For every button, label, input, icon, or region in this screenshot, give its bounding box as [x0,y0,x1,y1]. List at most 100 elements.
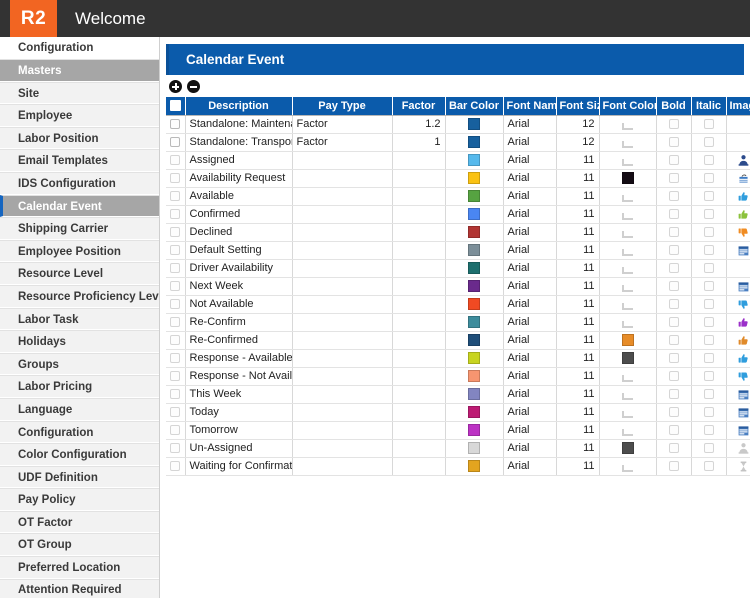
cell-font-name[interactable]: Arial [503,205,556,223]
bold-checkbox[interactable] [669,191,679,201]
cell-italic[interactable] [691,295,726,313]
cell-bar-color[interactable] [445,169,503,187]
cell-factor[interactable] [392,349,445,367]
cell-description[interactable]: Confirmed [185,205,292,223]
cell-font-size[interactable]: 12 [556,133,599,151]
row-select-checkbox[interactable] [170,137,180,147]
italic-checkbox[interactable] [704,299,714,309]
bold-checkbox[interactable] [669,119,679,129]
bar-color-swatch[interactable] [468,154,480,166]
cell-image[interactable] [726,439,750,457]
row-select-cell[interactable] [166,295,185,313]
cell-bold[interactable] [656,439,691,457]
sidebar-item-udf-definition[interactable]: UDF Definition [0,466,159,489]
sidebar-item-pay-policy[interactable]: Pay Policy [0,488,159,511]
bar-color-swatch[interactable] [468,316,480,328]
app-logo[interactable]: R2 [10,0,57,37]
table-row[interactable]: Response - AvailableArial11 [166,349,750,367]
cell-bold[interactable] [656,403,691,421]
cell-font-color[interactable] [599,367,656,385]
cell-bold[interactable] [656,169,691,187]
cell-font-color[interactable] [599,115,656,133]
sidebar-item-email-templates[interactable]: Email Templates [0,149,159,172]
cell-font-size[interactable]: 11 [556,151,599,169]
font-color-picker-empty[interactable] [621,461,634,472]
cell-factor[interactable] [392,421,445,439]
italic-checkbox[interactable] [704,245,714,255]
sidebar-item-attention-required-notifications[interactable]: Attention Required Notifications [0,579,159,598]
bar-color-swatch[interactable] [468,208,480,220]
bold-checkbox[interactable] [669,263,679,273]
sidebar-item-masters[interactable]: Masters [0,59,159,82]
calendar-blue-icon[interactable] [737,406,750,419]
thumbs-down-blue-icon[interactable] [737,370,750,383]
column-header-bar-color[interactable]: Bar Color [445,97,503,115]
font-color-picker-empty[interactable] [621,299,634,310]
hourglass-icon[interactable] [737,460,750,473]
cell-font-color[interactable] [599,187,656,205]
cell-italic[interactable] [691,331,726,349]
bar-color-swatch[interactable] [468,172,480,184]
italic-checkbox[interactable] [704,119,714,129]
cell-image[interactable] [726,187,750,205]
row-select-cell[interactable] [166,223,185,241]
row-select-checkbox[interactable] [170,425,180,435]
row-select-checkbox[interactable] [170,461,180,471]
bar-color-swatch[interactable] [468,280,480,292]
cell-bar-color[interactable] [445,241,503,259]
cell-font-name[interactable]: Arial [503,313,556,331]
table-row[interactable]: Standalone: TransportFactor1Arial12 [166,133,750,151]
cell-font-size[interactable]: 11 [556,169,599,187]
cell-bar-color[interactable] [445,439,503,457]
bar-color-swatch[interactable] [468,388,480,400]
cell-bold[interactable] [656,115,691,133]
row-select-checkbox[interactable] [170,263,180,273]
calendar-blue-icon[interactable] [737,244,750,257]
cell-font-color[interactable] [599,421,656,439]
bar-color-swatch[interactable] [468,406,480,418]
sidebar-item-preferred-location[interactable]: Preferred Location [0,556,159,579]
sidebar-item-ot-factor[interactable]: OT Factor [0,511,159,534]
sidebar-item-employee[interactable]: Employee [0,104,159,127]
cell-bar-color[interactable] [445,385,503,403]
cell-italic[interactable] [691,169,726,187]
cell-description[interactable]: Tomorrow [185,421,292,439]
cell-font-name[interactable]: Arial [503,115,556,133]
cell-pay-type[interactable] [292,457,392,475]
cell-italic[interactable] [691,439,726,457]
cell-font-name[interactable]: Arial [503,403,556,421]
cell-pay-type[interactable] [292,169,392,187]
row-select-checkbox[interactable] [170,227,180,237]
sidebar-item-ids-configuration[interactable]: IDS Configuration [0,172,159,195]
font-color-picker-empty[interactable] [621,245,634,256]
person-icon[interactable] [737,154,750,167]
cell-font-name[interactable]: Arial [503,223,556,241]
select-all-checkbox[interactable] [170,100,181,111]
cell-description[interactable]: Standalone: Maintena [185,115,292,133]
cell-factor[interactable] [392,169,445,187]
table-row[interactable]: AssignedArial11 [166,151,750,169]
cell-bold[interactable] [656,259,691,277]
cell-font-color[interactable] [599,439,656,457]
cell-bar-color[interactable] [445,295,503,313]
sidebar-item-site[interactable]: Site [0,82,159,105]
cell-image[interactable] [726,151,750,169]
cell-description[interactable]: Driver Availability [185,259,292,277]
cell-description[interactable]: Response - Not Availa [185,367,292,385]
cell-font-size[interactable]: 11 [556,313,599,331]
cell-image[interactable] [726,457,750,475]
cell-font-size[interactable]: 11 [556,421,599,439]
cell-italic[interactable] [691,349,726,367]
row-select-checkbox[interactable] [170,443,180,453]
cell-bold[interactable] [656,367,691,385]
cell-font-color[interactable] [599,205,656,223]
cell-bar-color[interactable] [445,205,503,223]
row-select-cell[interactable] [166,169,185,187]
cell-font-color[interactable] [599,277,656,295]
italic-checkbox[interactable] [704,335,714,345]
table-row[interactable]: TomorrowArial11 [166,421,750,439]
italic-checkbox[interactable] [704,263,714,273]
cell-font-color[interactable] [599,295,656,313]
row-select-cell[interactable] [166,205,185,223]
cell-pay-type[interactable] [292,331,392,349]
